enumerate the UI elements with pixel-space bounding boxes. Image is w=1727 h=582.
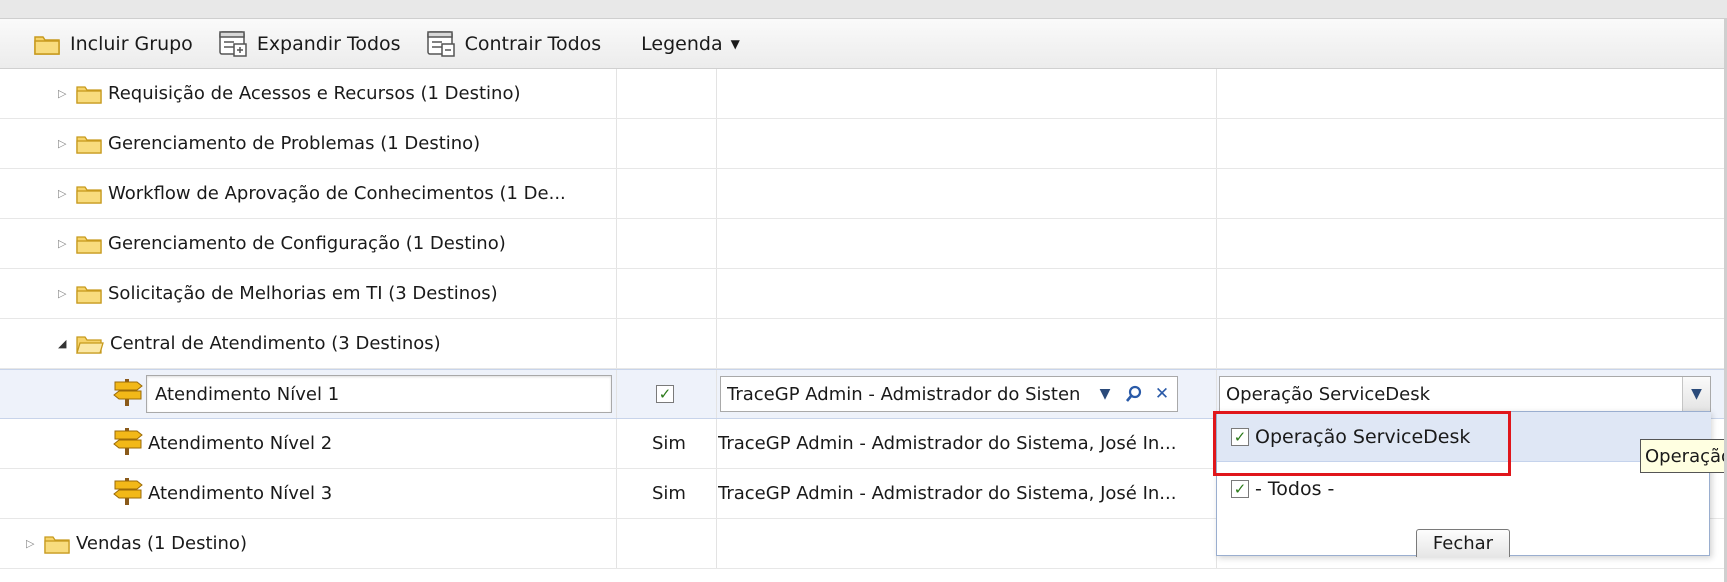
expand-arrow-icon[interactable]: ▷ [58,137,76,150]
tooltip: Operação ServiceDesk [1640,439,1727,473]
chevron-down-icon[interactable]: ▼ [1091,377,1119,411]
expand-arrow-icon[interactable]: ▷ [58,287,76,300]
open-folder-icon [76,334,104,354]
group-label: Requisição de Acessos e Recursos (1 Dest… [108,83,521,104]
folder-icon [76,184,102,204]
close-button[interactable]: Fechar [1416,529,1510,557]
destination-name: Atendimento Nível 2 [148,433,333,454]
group-label: Vendas (1 Destino) [76,533,247,554]
highlight-annotation-box [1213,411,1511,476]
sim-value: Sim [652,483,686,504]
workflow-panel: Incluir Grupo Expandir Todos Contrair To… [0,18,1727,582]
group-label: Gerenciamento de Configuração (1 Destino… [108,233,506,254]
destination-name-input[interactable]: Atendimento Nível 1 [146,375,612,413]
collapse-tree-icon [426,30,455,57]
folder-icon [76,84,102,104]
option-label: - Todos - [1255,478,1335,500]
team-combo[interactable]: Operação ServiceDesk ▼ [1219,376,1711,412]
folder-icon [44,534,70,554]
dropdown-option[interactable]: ✓ - Todos - [1231,478,1334,500]
sim-checkbox[interactable]: ✓ [656,385,674,403]
folder-icon [34,33,60,55]
toolbar: Incluir Grupo Expandir Todos Contrair To… [0,19,1727,69]
expand-arrow-icon[interactable]: ▷ [58,187,76,200]
signpost-icon [112,426,144,461]
folder-icon [76,134,102,154]
collapse-arrow-icon[interactable]: ◢ [58,337,76,350]
legend-label: Legenda [641,32,723,55]
sim-value: Sim [652,433,686,454]
top-strip [0,0,1727,18]
expand-arrow-icon[interactable]: ▷ [58,87,76,100]
destination-name-value: Atendimento Nível 1 [155,383,340,405]
include-group-label: Incluir Grupo [70,32,193,55]
expand-tree-icon [219,30,247,57]
folder-icon [76,284,102,304]
expand-arrow-icon[interactable]: ▷ [58,237,76,250]
team-value: Operação ServiceDesk [1226,383,1431,405]
include-group-button[interactable]: Incluir Grupo [34,33,193,55]
group-label: Solicitação de Melhorias em TI (3 Destin… [108,283,498,304]
responsible-value: TraceGP Admin - Admistrador do Sistema, … [718,433,1177,454]
caret-down-icon: ▼ [730,36,740,51]
expand-all-button[interactable]: Expandir Todos [219,30,401,57]
responsible-value: TraceGP Admin - Admistrador do Sisten [727,383,1081,405]
group-row-expanded[interactable]: ◢ Central de Atendimento (3 Destinos) [0,319,1727,369]
signpost-icon [112,377,144,412]
legend-menu-button[interactable]: Legenda ▼ [641,33,740,55]
clear-icon[interactable]: ✕ [1148,377,1176,411]
group-row[interactable]: ▷ Workflow de Aprovação de Conhecimentos… [0,169,1727,219]
destination-name: Atendimento Nível 3 [148,483,333,504]
group-label: Gerenciamento de Problemas (1 Destino) [108,133,481,154]
responsible-value: TraceGP Admin - Admistrador do Sistema, … [718,483,1177,504]
collapse-all-label: Contrair Todos [464,32,602,55]
expand-arrow-icon[interactable]: ▷ [26,537,44,550]
collapse-all-button[interactable]: Contrair Todos [426,30,602,57]
group-label: Central de Atendimento (3 Destinos) [110,333,441,354]
option-checkbox[interactable]: ✓ [1231,480,1249,498]
expand-all-label: Expandir Todos [256,32,401,55]
group-row[interactable]: ▷ Gerenciamento de Configuração (1 Desti… [0,219,1727,269]
group-row[interactable]: ▷ Solicitação de Melhorias em TI (3 Dest… [0,269,1727,319]
group-row[interactable]: ▷ Requisição de Acessos e Recursos (1 De… [0,69,1727,119]
chevron-down-icon[interactable]: ▼ [1682,377,1710,411]
folder-icon [76,234,102,254]
search-icon[interactable] [1120,377,1148,411]
group-label: Workflow de Aprovação de Conhecimentos (… [108,183,566,204]
responsible-combo[interactable]: TraceGP Admin - Admistrador do Sisten ▼ … [720,376,1178,412]
signpost-icon [112,476,144,511]
group-row[interactable]: ▷ Gerenciamento de Problemas (1 Destino) [0,119,1727,169]
